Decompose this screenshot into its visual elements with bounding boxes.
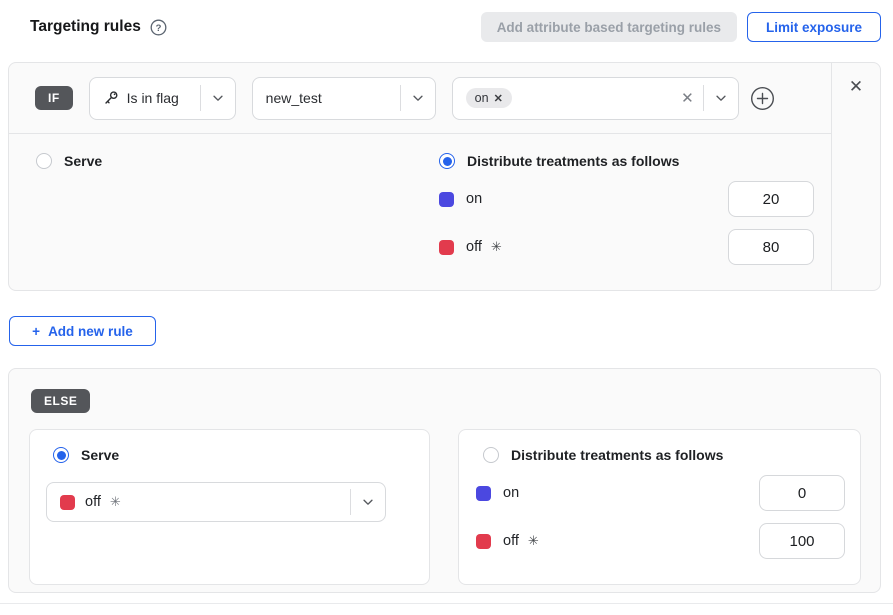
add-attribute-targeting-button[interactable]: Add attribute based targeting rules — [481, 12, 737, 42]
else-distribute-card: Distribute treatments as follows on off … — [458, 429, 861, 585]
treatment-on-swatch — [476, 486, 491, 501]
else-serve-treatment-select[interactable]: off ✳ — [46, 482, 386, 522]
chevron-down-icon[interactable] — [704, 91, 738, 105]
treatment-off-swatch — [60, 495, 75, 510]
serve-label: Serve — [64, 153, 102, 169]
else-badge: ELSE — [31, 389, 90, 413]
if-badge: IF — [35, 86, 73, 110]
rule-main: IF Is in flag — [9, 63, 831, 290]
matcher-label: Is in flag — [127, 90, 179, 106]
distribute-option[interactable]: Distribute treatments as follows — [439, 153, 814, 169]
else-distribute-label: Distribute treatments as follows — [511, 447, 723, 463]
chevron-down-icon[interactable] — [401, 91, 435, 105]
limit-exposure-button[interactable]: Limit exposure — [747, 12, 881, 42]
flag-select-value: new_test — [266, 90, 322, 106]
serve-option[interactable]: Serve — [36, 153, 439, 169]
treatment-values-multiselect[interactable]: on ✕ ✕ — [452, 77, 739, 120]
rule-close-column: ✕ — [831, 63, 880, 290]
matcher-select[interactable]: Is in flag — [89, 77, 236, 120]
else-treatment-row-on: on — [476, 475, 845, 511]
svg-text:?: ? — [155, 23, 161, 34]
treatment-name: off — [466, 239, 482, 255]
clear-icon[interactable]: ✕ — [672, 89, 703, 107]
default-treatment-icon: ✳ — [528, 533, 539, 549]
treatment-percent-input[interactable] — [759, 523, 845, 559]
else-section: ELSE Serve off ✳ Distribute treatments a… — [8, 368, 881, 593]
treatment-name: on — [466, 191, 482, 207]
else-serve-card: Serve off ✳ — [29, 429, 430, 585]
else-serve-label: Serve — [81, 447, 119, 463]
distribute-label: Distribute treatments as follows — [467, 153, 679, 169]
add-new-rule-label: Add new rule — [48, 324, 133, 339]
page-header: Targeting rules ? Add attribute based ta… — [0, 0, 893, 42]
treatment-off-swatch — [476, 534, 491, 549]
else-serve-option[interactable]: Serve — [46, 447, 411, 463]
treatment-name: on — [503, 485, 519, 501]
chevron-down-icon[interactable] — [351, 495, 385, 509]
treatment-off-swatch — [439, 240, 454, 255]
flag-select[interactable]: new_test — [252, 77, 436, 120]
chip-remove-icon[interactable]: ✕ — [494, 92, 503, 105]
plus-icon: + — [32, 324, 40, 339]
rule-serve-section: Serve Distribute treatments as follows o… — [9, 134, 831, 290]
page-title: Targeting rules ? — [30, 18, 167, 36]
treatment-name: off — [503, 533, 519, 549]
else-serve-treatment-value: off — [85, 494, 101, 510]
rule-condition-row: IF Is in flag — [9, 63, 831, 134]
value-chip: on ✕ — [466, 88, 512, 108]
add-condition-icon[interactable] — [750, 86, 775, 111]
add-new-rule-button[interactable]: + Add new rule — [9, 316, 156, 346]
close-icon[interactable]: ✕ — [849, 78, 863, 96]
chevron-down-icon[interactable] — [201, 91, 235, 105]
serve-radio[interactable] — [36, 153, 52, 169]
default-treatment-icon: ✳ — [110, 494, 121, 510]
targeting-rule-card: IF Is in flag — [8, 62, 881, 291]
distribute-radio[interactable] — [439, 153, 455, 169]
value-chip-label: on — [475, 91, 489, 105]
treatment-row-off: off ✳ — [439, 229, 814, 265]
treatment-on-swatch — [439, 192, 454, 207]
treatment-percent-input[interactable] — [728, 229, 814, 265]
treatment-percent-input[interactable] — [728, 181, 814, 217]
else-distribute-option[interactable]: Distribute treatments as follows — [476, 447, 845, 463]
treatment-percent-input[interactable] — [759, 475, 845, 511]
else-distribute-radio[interactable] — [483, 447, 499, 463]
treatment-row-on: on — [439, 181, 814, 217]
page-title-text: Targeting rules — [30, 18, 141, 36]
default-treatment-icon: ✳ — [491, 239, 502, 255]
else-treatment-row-off: off ✳ — [476, 523, 845, 559]
else-serve-radio[interactable] — [53, 447, 69, 463]
section-divider — [0, 603, 893, 604]
help-icon[interactable]: ? — [150, 19, 167, 36]
key-icon — [103, 90, 119, 106]
